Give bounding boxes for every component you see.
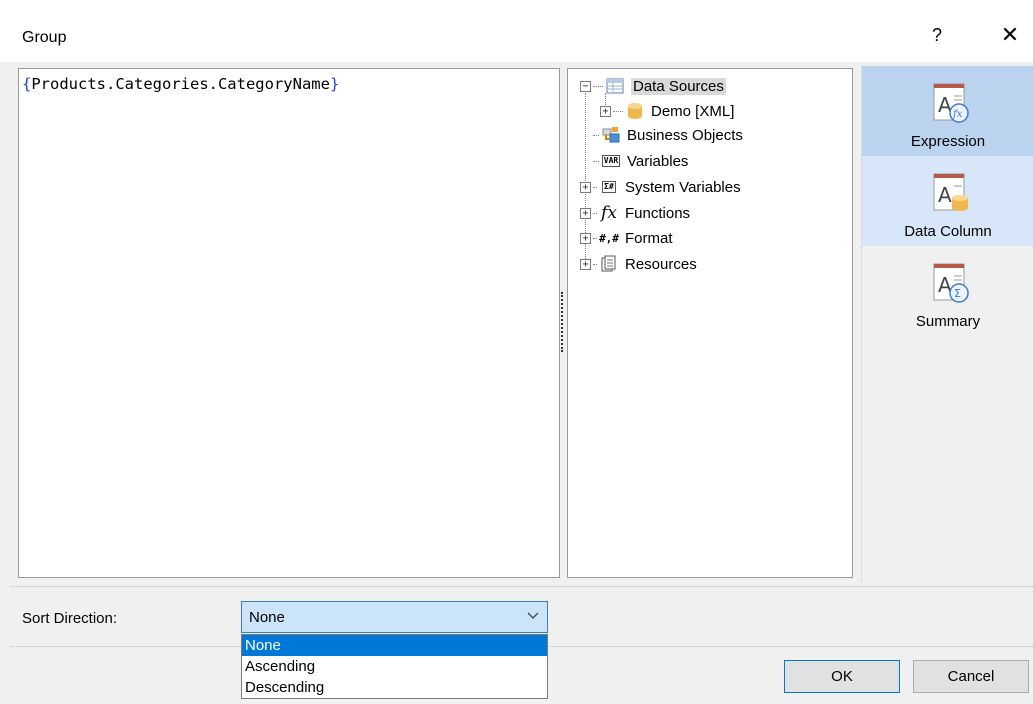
- summary-mode-label: Summary: [915, 313, 981, 330]
- chevron-down-icon: [527, 609, 539, 624]
- expand-icon[interactable]: +: [580, 258, 591, 270]
- sort-option-none[interactable]: None: [242, 635, 547, 656]
- tree-item-label: Business Objects: [627, 126, 743, 144]
- tree-item-label: System Variables: [625, 178, 741, 196]
- svg-text:fx: fx: [952, 109, 963, 120]
- tree-item-variables[interactable]: VAR Variables: [580, 149, 688, 173]
- data-column-icon: A: [933, 173, 968, 211]
- variables-icon: VAR: [601, 155, 621, 167]
- sort-option-descending[interactable]: Descending: [242, 677, 547, 698]
- expression-mode-label: Expression: [910, 133, 986, 150]
- tree-item-label: Demo [XML]: [651, 102, 735, 120]
- resources-icon: [599, 255, 619, 273]
- close-button[interactable]: ✕: [995, 20, 1025, 50]
- functions-icon: fx: [601, 203, 617, 223]
- tree-item-data-sources[interactable]: − Data Sources: [580, 74, 726, 98]
- svg-text:Σ: Σ: [954, 287, 961, 300]
- tree-item-label: Resources: [625, 255, 697, 273]
- expression-icon: A fx: [933, 83, 969, 123]
- tree-item-format[interactable]: + #,# Format: [580, 226, 673, 250]
- format-icon: #,#: [599, 231, 619, 245]
- data-column-mode-button[interactable]: A Data Column: [862, 156, 1033, 246]
- insert-mode-panel: A fx Expression A Data Column A Σ Summar…: [861, 66, 1033, 582]
- expression-editor[interactable]: {Products.Categories.CategoryName}: [18, 68, 560, 578]
- expand-icon[interactable]: +: [600, 105, 611, 117]
- tree-item-label: Variables: [627, 152, 689, 170]
- title-bar: Group ? ✕: [0, 0, 1033, 62]
- data-tree[interactable]: − Data Sources + Demo [XML] Business Obj…: [567, 68, 853, 578]
- expression-open-brace: {: [22, 75, 32, 93]
- ok-button[interactable]: OK: [784, 660, 900, 693]
- tree-item-demo-xml[interactable]: + Demo [XML]: [600, 99, 734, 123]
- tree-item-functions[interactable]: + fx Functions: [580, 201, 690, 225]
- data-sources-icon: [605, 77, 625, 95]
- dialog-title: Group: [22, 29, 67, 46]
- group-dialog: Group ? ✕ {Products.Categories.CategoryN…: [0, 0, 1033, 704]
- collapse-icon[interactable]: −: [580, 80, 591, 92]
- sort-direction-label: Sort Direction:: [22, 610, 118, 627]
- tree-item-resources[interactable]: + Resources: [580, 252, 697, 276]
- expression-mode-button[interactable]: A fx Expression: [862, 66, 1033, 156]
- tree-item-label: Format: [625, 229, 673, 247]
- database-icon: [625, 102, 645, 120]
- help-button[interactable]: ?: [922, 20, 952, 50]
- tree-item-business-objects[interactable]: Business Objects: [580, 123, 743, 147]
- divider: [10, 586, 1033, 587]
- tree-item-system-variables[interactable]: + Σ# System Variables: [580, 175, 741, 199]
- tree-item-label: Functions: [625, 204, 691, 222]
- sort-option-ascending[interactable]: Ascending: [242, 656, 547, 677]
- business-objects-icon: [601, 126, 621, 144]
- expression-text[interactable]: {Products.Categories.CategoryName}: [22, 75, 339, 93]
- expand-icon[interactable]: +: [580, 207, 591, 219]
- summary-icon: A Σ: [933, 263, 969, 303]
- splitter-handle[interactable]: [561, 292, 564, 352]
- expression-close-brace: }: [329, 75, 340, 93]
- system-variables-icon: Σ#: [602, 181, 616, 193]
- data-column-mode-label: Data Column: [904, 223, 992, 240]
- sort-direction-dropdown[interactable]: None Ascending Descending: [241, 634, 548, 699]
- sort-direction-select[interactable]: None: [241, 601, 548, 633]
- sort-direction-value: None: [249, 609, 285, 626]
- svg-text:A: A: [938, 183, 952, 207]
- summary-mode-button[interactable]: A Σ Summary: [862, 246, 1033, 336]
- expand-icon[interactable]: +: [580, 181, 591, 193]
- cancel-button[interactable]: Cancel: [913, 660, 1029, 693]
- tree-item-label: Data Sources: [631, 77, 726, 95]
- expression-body: Products.Categories.CategoryName: [31, 75, 330, 93]
- expand-icon[interactable]: +: [580, 232, 591, 244]
